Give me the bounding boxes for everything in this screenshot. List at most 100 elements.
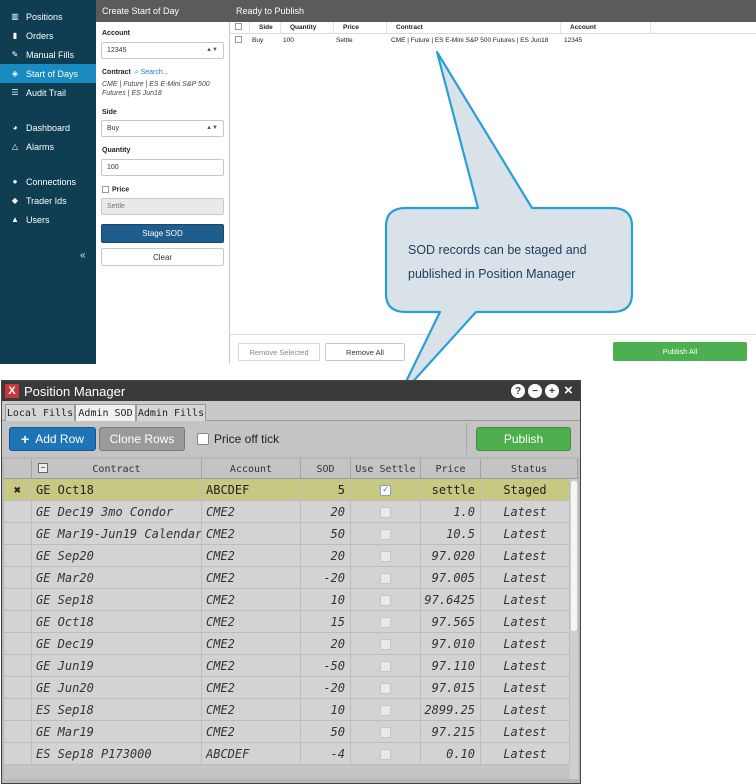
table-row[interactable]: GE Dec19 CME2 20 97.010 Latest [4, 633, 570, 655]
use-settle-checkbox[interactable] [380, 748, 391, 760]
minimize-icon[interactable]: − [528, 384, 542, 398]
use-settle-checkbox[interactable] [380, 704, 391, 716]
table-row[interactable]: GE Mar19 CME2 50 97.215 Latest [4, 721, 570, 743]
table-row[interactable]: GE Sep20 CME2 20 97.020 Latest [4, 545, 570, 567]
cell-sod[interactable]: -20 [301, 677, 351, 699]
cell-sod[interactable]: 20 [301, 633, 351, 655]
contract-search-link[interactable]: Search... [141, 69, 169, 76]
use-settle-checkbox[interactable] [380, 660, 391, 672]
cell-use-settle[interactable] [351, 545, 421, 567]
cell-contract[interactable]: GE Mar19 [32, 721, 202, 743]
cell-contract[interactable]: GE Mar20 [32, 567, 202, 589]
cell-use-settle[interactable] [351, 699, 421, 721]
cell-contract[interactable]: GE Oct18 [32, 611, 202, 633]
price-off-tick-checkbox[interactable] [197, 433, 209, 445]
use-settle-checkbox[interactable] [380, 550, 391, 562]
table-row[interactable]: ES Sep18 CME2 10 2899.25 Latest [4, 699, 570, 721]
use-settle-checkbox[interactable] [380, 682, 391, 694]
publish-button[interactable]: Publish [476, 427, 571, 451]
cell-sod[interactable]: 10 [301, 699, 351, 721]
use-settle-checkbox[interactable] [380, 528, 391, 540]
table-row[interactable]: GE Mar19-Jun19 Calendar CME2 50 10.5 Latest [4, 523, 570, 545]
table-row[interactable]: GE Oct18 CME2 15 97.565 Latest [4, 611, 570, 633]
row-checkbox[interactable] [235, 36, 242, 43]
cell-sod[interactable]: 10 [301, 589, 351, 611]
cell-price[interactable]: 97.015 [421, 677, 481, 699]
sidebar-item-trader-ids[interactable]: ◆ Trader Ids [0, 191, 96, 210]
table-row[interactable]: GE Jun20 CME2 -20 97.015 Latest [4, 677, 570, 699]
use-settle-checkbox[interactable] [380, 726, 391, 738]
sidebar-item-orders[interactable]: ▮ Orders [0, 26, 96, 45]
col-use-settle[interactable]: Use Settle [351, 459, 421, 479]
cell-account[interactable]: CME2 [202, 633, 301, 655]
table-row[interactable]: ES Sep18 P173000 ABCDEF -4 0.10 Latest [4, 743, 570, 765]
use-settle-checkbox[interactable] [380, 616, 391, 628]
cell-sod[interactable]: 20 [301, 501, 351, 523]
cell-sod[interactable]: 15 [301, 611, 351, 633]
account-select[interactable]: 12345 ▲▼ [101, 42, 224, 59]
table-row[interactable]: GE Jun19 CME2 -50 97.110 Latest [4, 655, 570, 677]
publish-all-button[interactable]: Publish All [613, 342, 747, 361]
cell-price[interactable]: 97.110 [421, 655, 481, 677]
cell-sod[interactable]: -4 [301, 743, 351, 765]
cell-account[interactable]: CME2 [202, 721, 301, 743]
vertical-scrollbar[interactable] [570, 479, 578, 779]
close-icon[interactable]: × [564, 382, 573, 399]
cell-use-settle[interactable] [351, 677, 421, 699]
tab-admin-fills[interactable]: Admin Fills [136, 404, 206, 421]
cell-price[interactable]: 97.010 [421, 633, 481, 655]
cell-account[interactable]: CME2 [202, 501, 301, 523]
cell-use-settle[interactable] [351, 611, 421, 633]
cell-account[interactable]: ABCDEF [202, 479, 301, 501]
col-price[interactable]: Price [421, 459, 481, 479]
table-row[interactable]: GE Dec19 3mo Condor CME2 20 1.0 Latest [4, 501, 570, 523]
maximize-icon[interactable]: + [545, 384, 559, 398]
col-sod[interactable]: SOD [301, 459, 351, 479]
cell-use-settle[interactable] [351, 721, 421, 743]
cell-account[interactable]: CME2 [202, 677, 301, 699]
tab-admin-sod[interactable]: Admin SOD [75, 404, 136, 422]
use-settle-checkbox[interactable] [380, 594, 391, 606]
sidebar-item-positions[interactable]: ▥ Positions [0, 7, 96, 26]
cell-account[interactable]: CME2 [202, 567, 301, 589]
cell-account[interactable]: CME2 [202, 545, 301, 567]
table-row[interactable]: GE Sep18 CME2 10 97.6425 Latest [4, 589, 570, 611]
sidebar-item-alarms[interactable]: △ Alarms [0, 137, 96, 156]
col-account[interactable]: Account [202, 459, 301, 479]
cell-sod[interactable]: 50 [301, 721, 351, 743]
sidebar-item-connections[interactable]: ● Connections [0, 172, 96, 191]
use-settle-checkbox[interactable]: ✓ [380, 484, 391, 496]
delete-row-icon[interactable]: ✖ [4, 479, 32, 501]
cell-account[interactable]: ABCDEF [202, 743, 301, 765]
cell-contract[interactable]: GE Dec19 [32, 633, 202, 655]
clear-button[interactable]: Clear [101, 248, 224, 266]
scrollbar-thumb[interactable] [571, 481, 577, 631]
collapse-sidebar-icon[interactable]: « [80, 250, 86, 261]
cell-sod[interactable]: 20 [301, 545, 351, 567]
price-checkbox[interactable] [102, 186, 109, 193]
sidebar-item-audit-trail[interactable]: ☰ Audit Trail [0, 83, 96, 102]
cell-sod[interactable]: 50 [301, 523, 351, 545]
cell-price[interactable]: 0.10 [421, 743, 481, 765]
cell-contract[interactable]: GE Oct18 [32, 479, 202, 501]
help-icon[interactable]: ? [511, 384, 525, 398]
table-row[interactable]: ✖ GE Oct18 ABCDEF 5 ✓ settle Staged [4, 479, 570, 501]
sidebar-item-start-of-days[interactable]: ◈ Start of Days [0, 64, 96, 83]
cell-use-settle[interactable] [351, 567, 421, 589]
cell-contract[interactable]: GE Dec19 3mo Condor [32, 501, 202, 523]
cell-sod[interactable]: -50 [301, 655, 351, 677]
cell-sod[interactable]: 5 [301, 479, 351, 501]
cell-use-settle[interactable] [351, 655, 421, 677]
cell-account[interactable]: CME2 [202, 523, 301, 545]
cell-contract[interactable]: GE Mar19-Jun19 Calendar [32, 523, 202, 545]
cell-account[interactable]: CME2 [202, 699, 301, 721]
cell-contract[interactable]: ES Sep18 [32, 699, 202, 721]
cell-price[interactable]: 97.565 [421, 611, 481, 633]
cell-contract[interactable]: GE Sep18 [32, 589, 202, 611]
select-all-checkbox[interactable] [235, 23, 242, 30]
stage-sod-button[interactable]: Stage SOD [101, 224, 224, 243]
use-settle-checkbox[interactable] [380, 572, 391, 584]
col-status[interactable]: Status [481, 459, 578, 479]
cell-price[interactable]: 97.215 [421, 721, 481, 743]
cell-price[interactable]: 97.020 [421, 545, 481, 567]
